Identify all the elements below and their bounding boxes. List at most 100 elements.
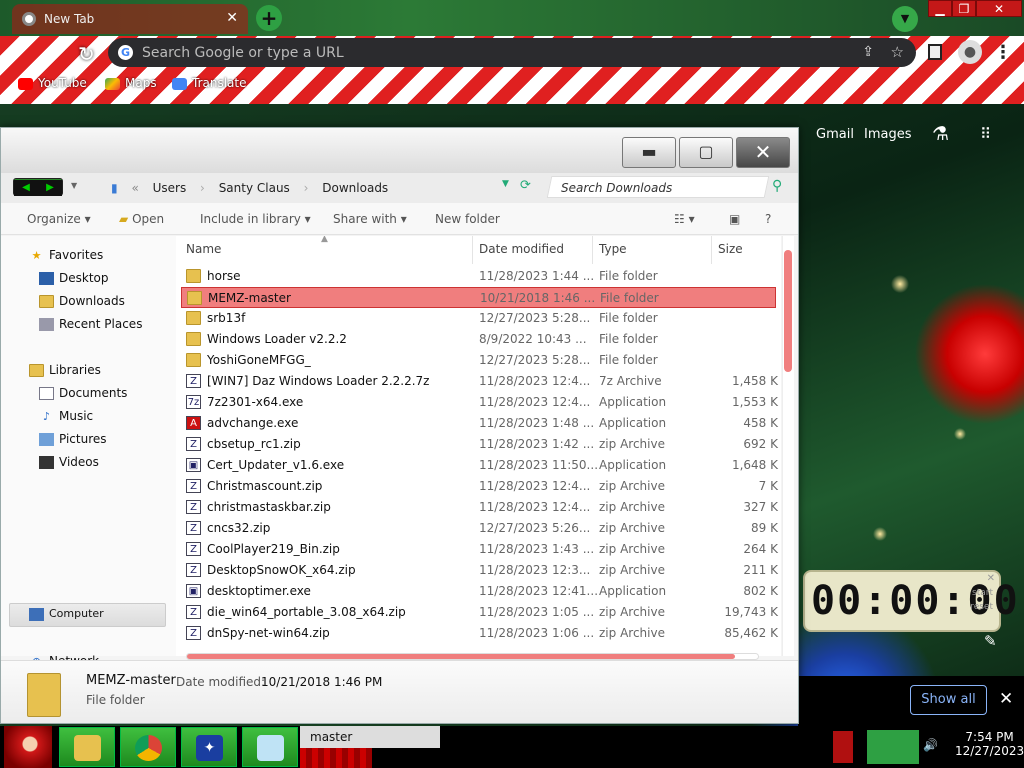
column-divider[interactable] [592,236,593,264]
close-tab-icon[interactable]: ✕ [226,10,238,26]
horizontal-scrollbar[interactable] [186,653,759,660]
breadcrumb-santy-claus[interactable]: Santy Claus [219,181,290,195]
tray-icons[interactable] [867,730,919,764]
omnibox[interactable]: G Search Google or type a URL ⇪ ☆ [108,38,916,67]
customize-pencil-icon[interactable]: ✎ [984,632,997,650]
table-row[interactable]: ▣ desktoptimer.exe 11/28/2023 12:41... Appl… [181,581,778,602]
include-in-library-button[interactable]: Include in library ▾ [200,212,311,226]
refresh-icon[interactable]: ⟳ [520,178,531,193]
bookmark-translate[interactable]: Translate [172,76,247,94]
table-row[interactable]: YoshiGoneMFGG_ 12/27/2023 5:28... File fol… [181,350,776,371]
table-row[interactable]: 7z 7z2301-x64.exe 11/28/2023 12:4... Applic… [181,392,778,413]
nav-downloads[interactable]: Downloads [39,294,125,308]
table-row[interactable]: Z Christmascount.zip 11/28/2023 12:4... zip… [181,476,778,497]
kebab-menu-icon[interactable]: ⋮ [994,42,1012,63]
clock[interactable]: 7:54 PM 12/27/2023 [955,730,1024,758]
nav-videos[interactable]: Videos [39,455,99,469]
new-tab-button[interactable]: + [256,5,282,31]
start-button[interactable] [4,726,52,768]
nav-music[interactable]: ♪ Music [43,409,93,423]
download-bar-close-icon[interactable]: ✕ [999,689,1013,709]
taskbar-chrome[interactable] [120,727,176,767]
address-dropdown-icon[interactable]: ▼ [502,179,509,189]
search-icon[interactable]: ⚲ [772,178,782,194]
column-header-size[interactable]: Size [718,242,743,256]
view-options-icon[interactable]: ☷ ▾ [674,212,695,226]
breadcrumb-separator-icon[interactable]: › [304,181,309,195]
table-row[interactable]: Zcncs32.zip 12/27/2023 5:26... zip Archive… [181,518,778,539]
breadcrumb-downloads[interactable]: Downloads [322,181,388,195]
nav-computer[interactable]: Computer [29,607,104,621]
back-forward-buttons[interactable]: ◀ ▶ [13,178,63,196]
organize-button[interactable]: Organize ▾ [27,212,91,226]
nav-recent-places[interactable]: Recent Places [39,317,142,331]
bookmark-maps[interactable]: Maps [105,76,157,94]
reload-icon[interactable]: ↻ [78,42,95,66]
images-link[interactable]: Images [864,127,912,142]
explorer-close-button[interactable]: ✕ [736,137,790,168]
breadcrumb[interactable]: ▮ « Users › Santy Claus › Downloads [111,176,398,200]
show-hidden-icons-button[interactable] [833,731,853,763]
table-row[interactable]: Zcbsetup_rc1.zip 11/28/2023 1:42 ... zip A… [181,434,778,455]
table-row[interactable]: MEMZ-master 10/21/2018 1:46 ... File folde… [181,287,776,308]
taskbar-app[interactable]: ✦ [181,727,237,767]
preview-pane-icon[interactable]: ▣ [729,212,740,226]
taskbar-active-item[interactable]: master [300,726,440,748]
forward-arrow-icon[interactable]: ▶ [38,180,62,196]
apps-grid-icon[interactable]: ⠿ [980,125,992,143]
taskbar-explorer[interactable] [59,727,115,767]
timer-controls[interactable]: start reset [970,586,993,614]
table-row[interactable]: Aadvchange.exe 11/28/2023 1:48 ... Applica… [181,413,778,434]
open-button[interactable]: ▰ Open [119,212,164,226]
back-arrow-icon[interactable]: ◀ [14,180,38,196]
column-header-type[interactable]: Type [599,242,627,256]
column-header-date[interactable]: Date modified [479,242,564,256]
vertical-scroll-thumb[interactable] [784,250,792,372]
table-row[interactable]: Z CoolPlayer219_Bin.zip 11/28/2023 1:43 ..… [181,539,778,560]
table-row[interactable]: Windows Loader v2.2.2 8/9/2022 10:43 ... F… [181,329,776,350]
bookmark-star-icon[interactable]: ☆ [891,43,904,61]
close-button[interactable]: ✕ [976,0,1022,17]
search-placeholder[interactable]: Search Downloads [561,181,672,195]
help-icon[interactable]: ? [765,212,771,226]
table-row[interactable]: ZdnSpy-net-win64.zip 11/28/2023 1:06 ... z… [181,623,778,644]
column-divider[interactable] [711,236,712,264]
explorer-minimize-button[interactable]: ▬ [622,137,676,168]
timer-reset[interactable]: reset [970,602,993,612]
show-all-button[interactable]: Show all [910,685,987,715]
column-header-name[interactable]: Name [186,242,221,256]
nav-pictures[interactable]: Pictures [39,432,107,446]
table-row[interactable]: Z DesktopSnowOK_x64.zip 11/28/2023 12:3...… [181,560,778,581]
timer-start[interactable]: start [972,588,993,598]
gmail-link[interactable]: Gmail [816,127,854,142]
horizontal-scroll-thumb[interactable] [187,654,735,659]
volume-icon[interactable]: 🔊 [923,738,938,752]
explorer-maximize-button[interactable]: ▢ [679,137,733,168]
taskbar-notepad[interactable] [242,727,298,767]
recent-pages-dropdown-icon[interactable]: ▼ [71,181,77,190]
tab-new-tab[interactable]: New Tab ✕ [12,4,248,34]
omnibox-input[interactable]: Search Google or type a URL [142,45,344,61]
breadcrumb-users[interactable]: Users [153,181,187,195]
share-with-button[interactable]: Share with ▾ [333,212,407,226]
new-folder-button[interactable]: New folder [435,212,500,226]
table-row[interactable]: ▣ Cert_Updater_v1.6.exe 11/28/2023 11:50..… [181,455,778,476]
timer-close-icon[interactable]: ✕ [987,573,995,584]
nav-favorites[interactable]: ★ Favorites [32,248,104,262]
minimize-button[interactable]: ▁ [928,0,952,17]
window-titlebar[interactable]: ▬ ▢ ✕ [1,128,798,173]
nav-libraries[interactable]: Libraries [29,363,101,377]
labs-flask-icon[interactable]: ⚗ [932,123,949,145]
extensions-icon[interactable] [928,44,942,60]
table-row[interactable]: Zdie_win64_portable_3.08_x64.zip 11/28/20… [181,602,778,623]
table-row[interactable]: horse 11/28/2023 1:44 ... File folder [181,266,776,287]
nav-documents[interactable]: Documents [39,386,127,400]
share-icon[interactable]: ⇪ [862,44,874,60]
profile-avatar[interactable]: ● [958,40,982,64]
table-row[interactable]: Zchristmastaskbar.zip 11/28/2023 12:4... z… [181,497,778,518]
column-divider[interactable] [472,236,473,264]
breadcrumb-separator-icon[interactable]: › [200,181,205,195]
table-row[interactable]: Z [WIN7] Daz Windows Loader 2.2.2.7z 11/28… [181,371,778,392]
maximize-button[interactable]: ❐ [952,0,976,17]
vertical-scrollbar[interactable] [782,236,794,656]
